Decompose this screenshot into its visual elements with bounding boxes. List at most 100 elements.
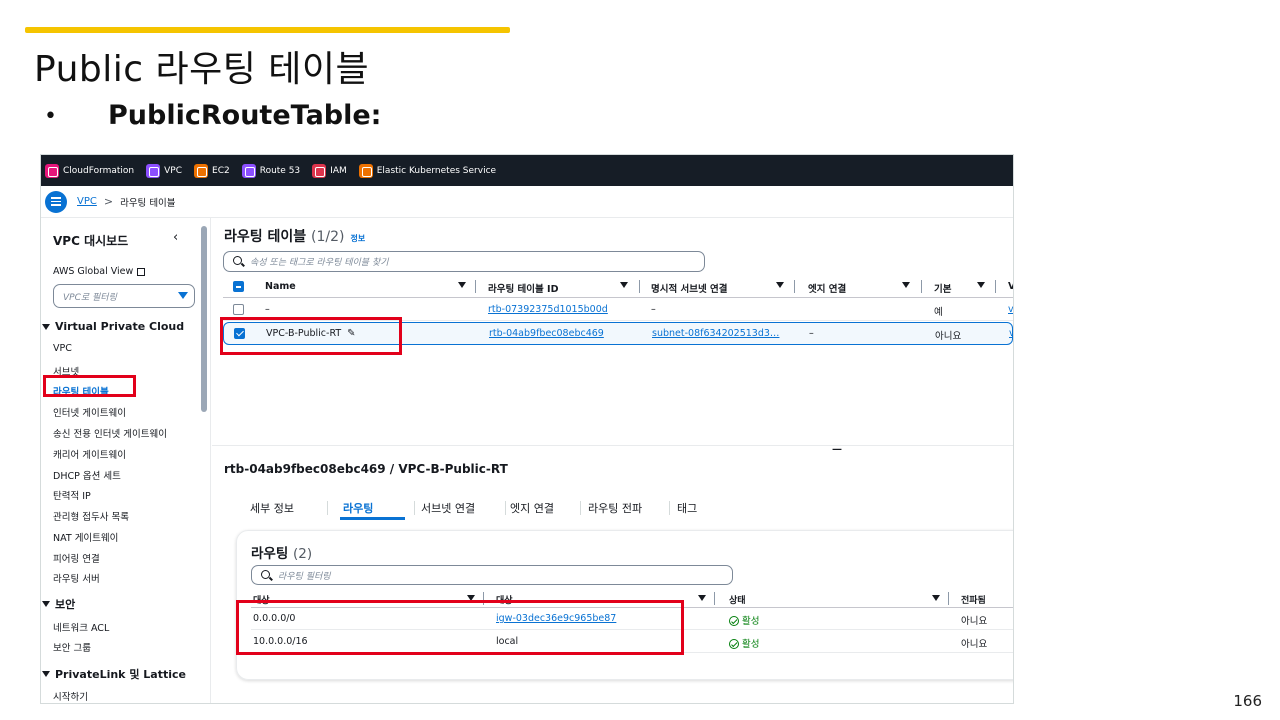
sidebar-item-prefix-lists[interactable]: 관리형 접두사 목록 [53, 509, 129, 523]
tab-routes[interactable]: 라우팅 [343, 500, 373, 516]
route-row[interactable]: 0.0.0.0/0 igw-03dec36e9c965be87 활성 아니요 [251, 608, 1013, 630]
accent-bar [25, 27, 510, 33]
column-divider [483, 592, 484, 605]
sort-icon[interactable] [977, 282, 985, 288]
row-checkbox[interactable] [233, 304, 244, 315]
sort-icon[interactable] [776, 282, 784, 288]
cell-subnet: – [651, 304, 656, 315]
aws-global-view-link[interactable]: AWS Global View [53, 266, 146, 277]
routes-heading-text: 라우팅 [251, 546, 289, 562]
col-target[interactable]: 대상 [496, 593, 513, 606]
select-all-checkbox[interactable] [233, 281, 244, 292]
search-icon [261, 570, 270, 579]
route-row[interactable]: 10.0.0.0/16 local 활성 아니요 [251, 631, 1013, 653]
sidebar-item-security-groups[interactable]: 보안 그룹 [53, 640, 91, 654]
cell-propagated: 아니요 [961, 616, 988, 627]
service-eks[interactable]: Elastic Kubernetes Service [358, 163, 496, 178]
detail-tabs: 세부 정보 라우팅 서브넷 연결 엣지 연결 라우팅 전파 태그 [240, 496, 1013, 522]
col-route-table-id[interactable]: 라우팅 테이블 ID [488, 281, 558, 295]
section-label: PrivateLink 및 Lattice [55, 668, 186, 681]
route-table-search-input[interactable]: 속성 또는 태그로 라우팅 테이블 찾기 [223, 251, 705, 272]
table-row[interactable]: – rtb-07392375d1015b00d – 예 vp [223, 299, 1013, 321]
col-name[interactable]: Name [265, 281, 296, 292]
section-privatelink[interactable]: PrivateLink 및 Lattice [41, 666, 186, 682]
col-main[interactable]: 기본 [934, 281, 951, 295]
col-vpc[interactable]: V [1008, 281, 1013, 292]
sidebar-title[interactable]: VPC 대시보드 [53, 232, 128, 249]
aws-console-screenshot: CloudFormation VPC EC2 Route 53 IAM Elas… [40, 154, 1014, 704]
col-explicit-subnet[interactable]: 명시적 서브넷 연결 [651, 281, 728, 295]
menu-icon[interactable] [45, 190, 67, 213]
col-propagated[interactable]: 전파됨 [961, 593, 986, 606]
table-row-selected[interactable]: VPC-B-Public-RT ✎ rtb-04ab9fbec08ebc469 s… [223, 322, 1013, 345]
section-virtual-private-cloud[interactable]: Virtual Private Cloud [41, 320, 184, 333]
col-status[interactable]: 상태 [729, 593, 746, 606]
sidebar-item-dhcp-options[interactable]: DHCP 옵션 세트 [53, 468, 121, 482]
split-panel-drag-handle[interactable]: — [832, 444, 842, 455]
tab-divider [669, 501, 670, 515]
cell-vpc-link[interactable]: vp [1009, 328, 1013, 339]
slide-title: Public 라우팅 테이블 [34, 49, 370, 90]
breadcrumb-vpc-link[interactable]: VPC [77, 196, 97, 207]
page-number: 166 [1233, 692, 1262, 710]
tab-tags[interactable]: 태그 [677, 500, 697, 516]
section-security[interactable]: 보안 [41, 596, 75, 612]
iam-icon [312, 163, 327, 178]
sort-icon[interactable] [620, 282, 628, 288]
status-success-icon [729, 616, 739, 626]
sidebar: VPC 대시보드 ‹ AWS Global View VPC로 필터링 Virt… [41, 218, 211, 703]
edit-pencil-icon[interactable]: ✎ [347, 328, 355, 339]
sort-icon[interactable] [458, 282, 466, 288]
cell-main: 아니요 [935, 331, 962, 342]
cell-name: VPC-B-Public-RT ✎ [266, 328, 356, 339]
cell-subnet-link[interactable]: subnet-08f634202513d3… [652, 328, 779, 339]
vpc-filter-placeholder: VPC로 필터링 [63, 293, 117, 303]
service-ec2[interactable]: EC2 [194, 163, 230, 178]
sidebar-scrollbar[interactable] [201, 226, 207, 412]
sidebar-item-route-tables[interactable]: 라우팅 테이블 [53, 384, 109, 398]
sidebar-item-carrier-gateways[interactable]: 캐리어 게이트웨이 [53, 447, 126, 461]
sort-icon[interactable] [902, 282, 910, 288]
service-vpc[interactable]: VPC [146, 163, 182, 178]
sidebar-item-elastic-ips[interactable]: 탄력적 IP [53, 488, 91, 502]
sidebar-item-subnets[interactable]: 서브넷 [53, 364, 79, 378]
routes-heading: 라우팅 (2) [251, 542, 312, 562]
search-placeholder: 속성 또는 태그로 라우팅 테이블 찾기 [250, 258, 389, 268]
sort-icon[interactable] [467, 595, 475, 601]
sidebar-item-internet-gateways[interactable]: 인터넷 게이트웨이 [53, 405, 126, 419]
tab-subnet-associations[interactable]: 서브넷 연결 [421, 500, 475, 516]
sidebar-item-route-servers[interactable]: 라우팅 서버 [53, 571, 100, 585]
info-link[interactable]: 정보 [351, 234, 366, 243]
sort-icon[interactable] [932, 595, 940, 601]
sort-icon[interactable] [698, 595, 706, 601]
sidebar-item-egress-only-igw[interactable]: 송신 전용 인터넷 게이트웨이 [53, 426, 167, 440]
cloudformation-icon [45, 163, 59, 178]
vpc-filter-select[interactable]: VPC로 필터링 [53, 284, 195, 308]
tab-edge-associations[interactable]: 엣지 연결 [510, 500, 554, 516]
sidebar-item-network-acls[interactable]: 네트워크 ACL [53, 620, 109, 634]
cell-target-link[interactable]: igw-03dec36e9c965be87 [496, 613, 616, 624]
sidebar-item-peering[interactable]: 피어링 연결 [53, 551, 100, 565]
tab-route-propagation[interactable]: 라우팅 전파 [588, 500, 642, 516]
cell-route-table-id-link[interactable]: rtb-04ab9fbec08ebc469 [489, 328, 604, 339]
cell-edge: – [809, 328, 814, 339]
service-cloudformation[interactable]: CloudFormation [45, 163, 134, 178]
tab-details[interactable]: 세부 정보 [250, 500, 294, 516]
cell-route-table-id-link[interactable]: rtb-07392375d1015b00d [488, 304, 608, 315]
row-checkbox-checked[interactable] [234, 328, 245, 339]
service-iam[interactable]: IAM [312, 163, 347, 178]
routes-header-row: 대상 대상 상태 전파됨 [251, 590, 1013, 608]
service-route53[interactable]: Route 53 [241, 163, 300, 178]
cell-vpc-link[interactable]: vp [1008, 304, 1013, 315]
column-divider [794, 280, 795, 293]
column-divider [475, 280, 476, 293]
sidebar-item-vpc[interactable]: VPC [53, 343, 72, 354]
sidebar-item-getting-started[interactable]: 시작하기 [53, 689, 88, 703]
col-edge[interactable]: 엣지 연결 [808, 281, 846, 295]
section-label: 보안 [55, 598, 76, 611]
route-filter-input[interactable]: 라우팅 필터링 [251, 565, 733, 585]
col-destination[interactable]: 대상 [253, 593, 270, 606]
routes-card: 라우팅 (2) 라우팅 필터링 대상 대상 상태 전파됨 0.0.0.0/0 i… [236, 530, 1013, 680]
collapse-sidebar-icon[interactable]: ‹ [173, 230, 178, 245]
sidebar-item-nat-gateways[interactable]: NAT 게이트웨이 [53, 530, 118, 544]
